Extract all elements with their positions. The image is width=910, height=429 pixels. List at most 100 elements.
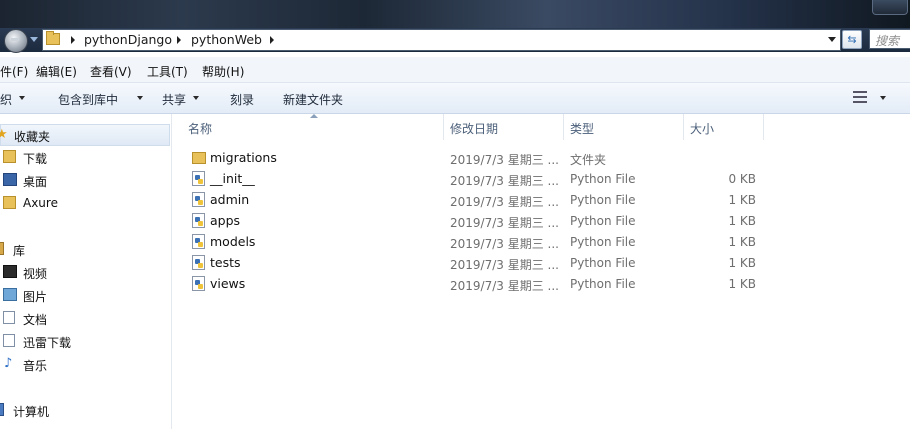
search-input[interactable]: 搜索 bbox=[869, 29, 910, 49]
file-name: tests bbox=[210, 255, 241, 270]
file-date: 2019/7/3 星期三 ... bbox=[450, 195, 559, 209]
file-row-models[interactable]: models 2019/7/3 星期三 ... Python File 1 KB bbox=[172, 231, 910, 252]
share-button[interactable]: 共享 bbox=[162, 91, 186, 108]
documents-icon bbox=[3, 311, 15, 324]
nav-documents[interactable]: 文档 bbox=[0, 308, 170, 328]
computer-icon bbox=[0, 403, 4, 416]
file-size: 1 KB bbox=[728, 235, 756, 249]
back-button[interactable] bbox=[4, 29, 28, 53]
close-window-button[interactable] bbox=[872, 0, 908, 15]
navigation-pane: ★ 收藏夹 下载 桌面 Axure 库 视频 图片 文档 迅雷下载 ♪ 音乐 计… bbox=[0, 114, 172, 429]
python-file-icon bbox=[192, 276, 205, 291]
column-label: 修改日期 bbox=[450, 122, 499, 136]
nav-label: 图片 bbox=[23, 290, 48, 304]
view-options-dropdown-icon[interactable] bbox=[880, 96, 886, 100]
column-label: 类型 bbox=[570, 122, 595, 136]
music-note-icon: ♪ bbox=[4, 356, 13, 371]
nav-video[interactable]: 视频 bbox=[0, 262, 170, 282]
nav-pictures[interactable]: 图片 bbox=[0, 285, 170, 305]
file-name: models bbox=[210, 234, 256, 249]
column-header-name[interactable]: 名称 bbox=[182, 114, 444, 140]
downloads-folder-icon bbox=[3, 150, 16, 163]
new-folder-button[interactable]: 新建文件夹 bbox=[283, 91, 343, 108]
search-placeholder: 搜索 bbox=[875, 34, 900, 48]
file-name: admin bbox=[210, 192, 250, 207]
nav-label: 下载 bbox=[23, 152, 48, 166]
file-type: Python File bbox=[570, 172, 636, 186]
nav-label: 桌面 bbox=[23, 175, 48, 189]
burn-button[interactable]: 刻录 bbox=[230, 91, 254, 108]
address-history-dropdown-icon[interactable] bbox=[828, 37, 836, 42]
pictures-icon bbox=[3, 288, 17, 301]
file-type: Python File bbox=[570, 235, 636, 249]
nav-downloads[interactable]: 下载 bbox=[0, 147, 170, 167]
nav-favorites[interactable]: ★ 收藏夹 bbox=[0, 124, 170, 146]
menu-view[interactable]: 查看(V) bbox=[90, 63, 132, 80]
nav-desktop[interactable]: 桌面 bbox=[0, 170, 170, 190]
file-row-migrations[interactable]: migrations 2019/7/3 星期三 ... 文件夹 bbox=[172, 147, 910, 168]
menu-file[interactable]: 件(F) bbox=[0, 63, 28, 80]
video-icon bbox=[3, 265, 17, 278]
menu-help[interactable]: 帮助(H) bbox=[202, 63, 244, 80]
folder-icon bbox=[46, 31, 60, 45]
python-file-icon bbox=[192, 171, 205, 186]
nav-label: Axure bbox=[23, 196, 58, 210]
menu-tools[interactable]: 工具(T) bbox=[147, 63, 188, 80]
address-bar[interactable]: pythonDjango pythonWeb bbox=[42, 29, 841, 51]
file-type: Python File bbox=[570, 193, 636, 207]
refresh-button[interactable]: ⇆ bbox=[842, 30, 862, 49]
file-type: Python File bbox=[570, 256, 636, 270]
nav-library[interactable]: 库 bbox=[0, 239, 170, 259]
python-file-icon bbox=[192, 213, 205, 228]
chevron-right-icon[interactable] bbox=[71, 36, 75, 44]
file-type: Python File bbox=[570, 214, 636, 228]
column-header-date[interactable]: 修改日期 bbox=[444, 114, 564, 140]
desktop-icon bbox=[3, 173, 17, 186]
file-size: 1 KB bbox=[728, 256, 756, 270]
file-date: 2019/7/3 星期三 ... bbox=[450, 237, 559, 251]
file-list: 名称 修改日期 类型 大小 migrations 2019/7/3 星期三 ..… bbox=[172, 114, 910, 429]
file-date: 2019/7/3 星期三 ... bbox=[450, 279, 559, 293]
address-row: pythonDjango pythonWeb ⇆ 搜索 bbox=[0, 28, 910, 53]
breadcrumb-pythonweb[interactable]: pythonWeb bbox=[191, 32, 262, 47]
nav-xunlei-downloads[interactable]: 迅雷下载 bbox=[0, 331, 170, 351]
column-header-size[interactable]: 大小 bbox=[684, 114, 764, 140]
python-file-icon bbox=[192, 192, 205, 207]
nav-label: 文档 bbox=[23, 313, 48, 327]
nav-axure[interactable]: Axure bbox=[0, 193, 170, 213]
file-date: 2019/7/3 星期三 ... bbox=[450, 153, 559, 167]
recent-pages-dropdown-icon[interactable] bbox=[30, 37, 38, 42]
nav-music[interactable]: ♪ 音乐 bbox=[0, 354, 170, 374]
file-date: 2019/7/3 星期三 ... bbox=[450, 258, 559, 272]
star-icon: ★ bbox=[0, 127, 8, 142]
organize-button[interactable]: 织 bbox=[0, 91, 12, 108]
file-row-apps[interactable]: apps 2019/7/3 星期三 ... Python File 1 KB bbox=[172, 210, 910, 231]
file-type: Python File bbox=[570, 277, 636, 291]
nav-computer[interactable]: 计算机 bbox=[0, 400, 170, 420]
file-row-tests[interactable]: tests 2019/7/3 星期三 ... Python File 1 KB bbox=[172, 252, 910, 273]
file-row-views[interactable]: views 2019/7/3 星期三 ... Python File 1 KB bbox=[172, 273, 910, 294]
view-mode-icon[interactable] bbox=[853, 91, 867, 103]
xunlei-library-icon bbox=[3, 334, 15, 347]
nav-label: 视频 bbox=[23, 267, 48, 281]
column-label: 大小 bbox=[690, 122, 715, 136]
column-header-type[interactable]: 类型 bbox=[564, 114, 684, 140]
python-file-icon bbox=[192, 255, 205, 270]
file-name: apps bbox=[210, 213, 241, 228]
file-size: 1 KB bbox=[728, 214, 756, 228]
menu-edit[interactable]: 编辑(E) bbox=[36, 63, 77, 80]
file-row-init[interactable]: __init__ 2019/7/3 星期三 ... Python File 0 … bbox=[172, 168, 910, 189]
menu-bar: 件(F) 编辑(E) 查看(V) 工具(T) 帮助(H) bbox=[0, 57, 910, 83]
breadcrumb-pythondjango[interactable]: pythonDjango bbox=[84, 32, 172, 47]
desktop-background bbox=[0, 0, 910, 28]
column-label: 名称 bbox=[188, 122, 213, 136]
file-date: 2019/7/3 星期三 ... bbox=[450, 216, 559, 230]
command-bar: 织 包含到库中 共享 刻录 新建文件夹 bbox=[0, 83, 910, 114]
file-type: 文件夹 bbox=[570, 153, 607, 167]
chevron-right-icon[interactable] bbox=[270, 36, 274, 44]
chevron-right-icon[interactable] bbox=[177, 36, 181, 44]
file-row-admin[interactable]: admin 2019/7/3 星期三 ... Python File 1 KB bbox=[172, 189, 910, 210]
nav-label: 收藏夹 bbox=[14, 130, 51, 144]
include-in-library-button[interactable]: 包含到库中 bbox=[58, 91, 118, 108]
file-name: migrations bbox=[210, 150, 277, 165]
